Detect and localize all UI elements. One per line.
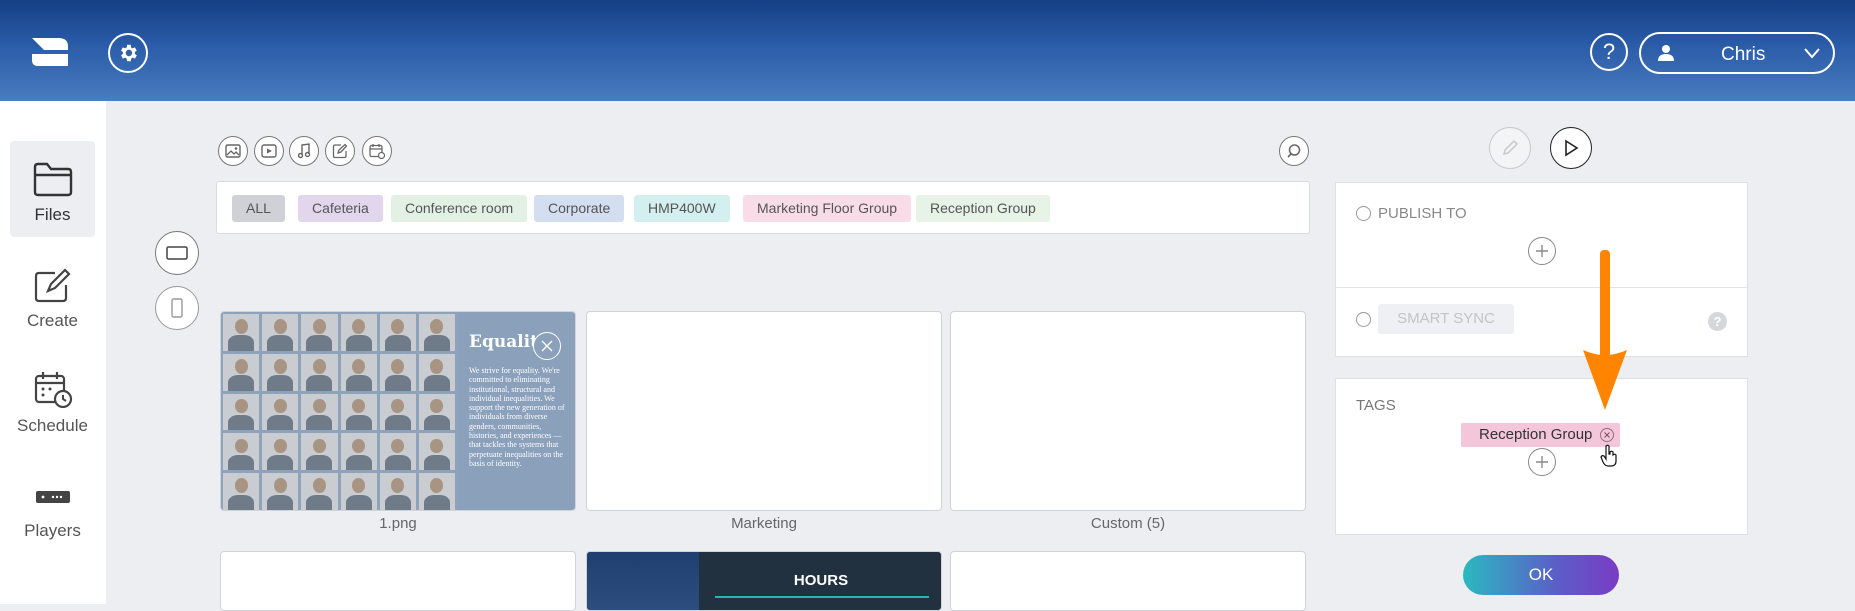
building-image <box>587 552 699 610</box>
tag-pill-reception-group: Reception Group <box>1461 423 1621 447</box>
tag-filter-bar: ALL Cafeteria Conference room Corporate … <box>216 181 1310 234</box>
play-button[interactable] <box>1550 127 1592 169</box>
schedule-icon <box>34 372 72 408</box>
plus-icon <box>1536 456 1548 468</box>
video-icon <box>261 144 277 158</box>
landscape-toggle[interactable] <box>155 231 199 275</box>
tags-panel: TAGS Reception Group <box>1335 378 1748 535</box>
music-icon <box>297 143 311 159</box>
filter-image-button[interactable] <box>218 136 248 166</box>
publish-to-radio[interactable] <box>1356 206 1371 221</box>
gear-icon <box>121 44 137 62</box>
publish-panel: PUBLISH TO SMART SYNC ? <box>1335 182 1749 357</box>
user-icon <box>1658 45 1674 61</box>
filter-chip-reception-group[interactable]: Reception Group <box>916 195 1050 222</box>
hours-title: HOURS <box>793 572 849 589</box>
filter-edit-button[interactable] <box>325 136 355 166</box>
top-header: ? Chris <box>0 0 1855 101</box>
sidebar-item-schedule[interactable]: Schedule <box>10 352 95 448</box>
smart-sync-help-icon[interactable]: ? <box>1708 312 1727 331</box>
portrait-icon <box>171 298 183 318</box>
help-button[interactable]: ? <box>1590 33 1628 71</box>
sidebar-item-label: Create <box>26 311 79 330</box>
panel-divider <box>1336 287 1749 288</box>
play-icon <box>1565 139 1579 157</box>
close-icon <box>1604 432 1611 438</box>
filter-music-button[interactable] <box>289 136 319 166</box>
portrait-toggle[interactable] <box>155 286 199 330</box>
sidebar-item-label: Files <box>34 205 71 224</box>
file-tile[interactable] <box>950 551 1306 611</box>
sidebar-item-players[interactable]: Players <box>10 457 95 553</box>
sidebar-item-label: Players <box>24 521 81 540</box>
filter-schedule-button[interactable] <box>362 136 392 166</box>
people-collage-image <box>221 312 457 510</box>
plus-icon <box>1536 245 1548 257</box>
tile-label: 1.png <box>379 515 417 532</box>
filter-chip-marketing-floor-group[interactable]: Marketing Floor Group <box>743 195 912 222</box>
tag-label: Reception Group <box>1479 426 1593 443</box>
edit-button[interactable] <box>1489 127 1531 169</box>
user-menu-button[interactable]: Chris <box>1639 32 1835 74</box>
search-button[interactable] <box>1279 136 1309 166</box>
image-icon <box>225 144 241 158</box>
player-icon <box>35 491 70 503</box>
ok-button[interactable]: OK <box>1463 555 1619 595</box>
tile-label: Marketing <box>731 515 797 532</box>
edit-icon <box>332 143 348 159</box>
filter-chip-corporate[interactable]: Corporate <box>534 195 625 222</box>
hand-cursor-icon <box>1600 444 1617 467</box>
filter-chip-hmp400w[interactable]: HMP400W <box>634 195 730 222</box>
file-tile[interactable] <box>220 551 576 611</box>
pencil-icon <box>1502 139 1519 156</box>
filter-chip-conference-room[interactable]: Conference room <box>391 195 528 222</box>
filter-chip-all[interactable]: ALL <box>232 195 285 222</box>
smart-sync-radio[interactable] <box>1356 312 1371 327</box>
user-name: Chris <box>1721 44 1766 65</box>
sidebar-item-label: Schedule <box>17 416 88 435</box>
app-logo-icon[interactable] <box>28 30 72 74</box>
file-tile-equality[interactable]: Equality We strive for equality. We're c… <box>220 311 576 511</box>
add-publish-target-button[interactable] <box>1528 237 1556 265</box>
equality-body: We strive for equality. We're committed … <box>469 366 565 468</box>
help-label: ? <box>1602 39 1616 64</box>
calendar-icon <box>369 144 385 159</box>
filter-chip-cafeteria[interactable]: Cafeteria <box>298 195 383 222</box>
remove-file-button[interactable] <box>533 332 561 360</box>
file-tile-marketing[interactable] <box>586 311 942 511</box>
tags-title: TAGS <box>1356 397 1396 414</box>
orange-arrow-icon <box>1583 250 1627 410</box>
smart-sync-field[interactable]: SMART SYNC <box>1378 304 1514 334</box>
close-icon <box>541 340 553 352</box>
hours-divider <box>715 596 929 598</box>
search-icon <box>1287 144 1301 158</box>
remove-tag-button[interactable] <box>1600 428 1615 442</box>
chevron-down-icon <box>1804 48 1820 59</box>
landscape-icon <box>166 246 188 260</box>
create-icon <box>34 268 71 303</box>
add-tag-button[interactable] <box>1528 448 1556 476</box>
settings-gear-button[interactable] <box>108 33 148 73</box>
sidebar-item-files[interactable]: Files <box>10 141 95 237</box>
publish-to-label: PUBLISH TO <box>1378 205 1467 222</box>
tile-label: Custom (5) <box>1090 515 1166 532</box>
file-tile-hours[interactable]: HOURS <box>586 551 942 611</box>
filter-video-button[interactable] <box>254 136 284 166</box>
sidebar: Files Create Schedule Players <box>0 101 106 604</box>
folder-icon <box>33 162 72 197</box>
file-tile-custom[interactable] <box>950 311 1306 511</box>
sidebar-item-create[interactable]: Create <box>10 247 95 343</box>
